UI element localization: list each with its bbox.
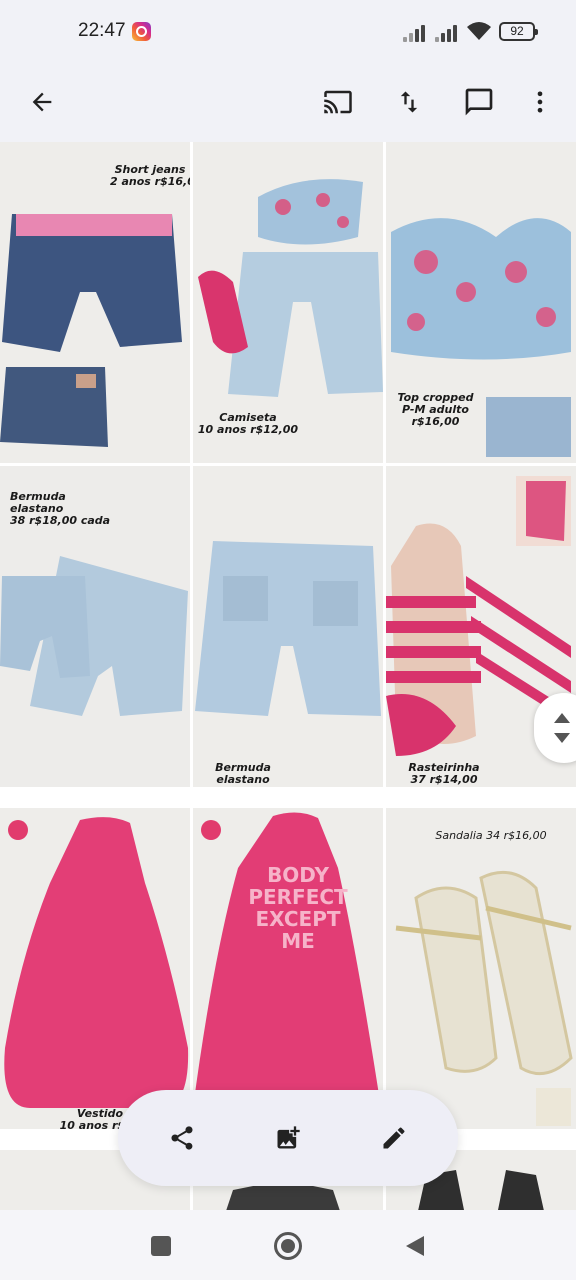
- photo-collage[interactable]: Short jeans 2 anos r$16,00 Camiseta 10 a…: [0, 142, 576, 1210]
- photo-top-cropped[interactable]: Top cropped P-M adulto r$16,00: [386, 142, 576, 463]
- photo-caption: Camiseta 10 anos r$12,00: [197, 411, 299, 436]
- bermuda-back-image: [193, 466, 383, 787]
- photo-caption: Sandalia 34 r$16,00: [435, 829, 547, 842]
- share-button[interactable]: [158, 1114, 206, 1162]
- photo-caption: Bermuda elastano 38 r$18,00 cada: [193, 761, 293, 788]
- status-bar: 22:47 92: [0, 0, 576, 64]
- cast-button[interactable]: [314, 78, 362, 126]
- photo-caption: Bermuda elastano 38 r$18,00 cada: [10, 490, 111, 527]
- system-back-button[interactable]: [395, 1226, 435, 1266]
- grid-divider: [383, 142, 386, 1210]
- arrow-back-icon: [32, 92, 52, 112]
- viewer-toolbar: [0, 64, 576, 142]
- short-jeans-image: [0, 142, 190, 463]
- photo-sandalia[interactable]: Sandalia 34 r$16,00: [386, 808, 576, 1129]
- photo-bermuda-pair[interactable]: Bermuda elastano 38 r$18,00 cada: [0, 466, 190, 787]
- more-options-button[interactable]: [516, 78, 564, 126]
- swap-vertical-icon: [400, 91, 418, 113]
- sandalia-image: [386, 808, 576, 1129]
- scroll-arrows-icon: [554, 713, 570, 743]
- grid-divider: [190, 142, 193, 1210]
- vestido-back-image: [193, 808, 383, 1129]
- signal-icon: [435, 24, 461, 42]
- circle-icon: [274, 1232, 302, 1260]
- status-time: 22:47: [78, 20, 126, 41]
- fast-scroll-handle[interactable]: [534, 693, 576, 763]
- photo-bermuda-back[interactable]: Bermuda elastano 38 r$18,00 cada: [193, 466, 383, 787]
- add-photo-button[interactable]: [264, 1114, 312, 1162]
- photo-caption: Top cropped P-M adulto r$16,00: [397, 391, 474, 428]
- photo-caption: Short jeans 2 anos r$16,00: [110, 163, 190, 188]
- vestido-image: [0, 808, 190, 1129]
- photo-vestido-back[interactable]: BODY PERFECT EXCEPT ME: [193, 808, 383, 1129]
- edit-button[interactable]: [370, 1114, 418, 1162]
- cast-icon: [324, 90, 352, 114]
- system-nav-bar: [0, 1210, 576, 1280]
- instagram-icon: [132, 22, 151, 41]
- photo-short-jeans[interactable]: Short jeans 2 anos r$16,00: [0, 142, 190, 463]
- photo-action-bar: [118, 1090, 458, 1186]
- add-photo-icon: [277, 1126, 300, 1149]
- triangle-back-icon: [406, 1236, 424, 1256]
- share-icon: [171, 1126, 193, 1150]
- recents-button[interactable]: [141, 1226, 181, 1266]
- more-vert-icon: [537, 91, 543, 113]
- battery-indicator: 92: [499, 22, 538, 41]
- signal-icon: [403, 24, 429, 42]
- edit-pencil-icon: [383, 1127, 405, 1149]
- square-icon: [151, 1236, 171, 1256]
- comment-button[interactable]: [455, 78, 503, 126]
- wifi-icon: [467, 22, 491, 40]
- sort-button[interactable]: [385, 78, 433, 126]
- photo-caption: Rasteirinha 37 r$14,00: [408, 761, 480, 786]
- back-button[interactable]: [18, 78, 66, 126]
- photo-camiseta[interactable]: Camiseta 10 anos r$12,00: [193, 142, 383, 463]
- comment-icon: [465, 88, 493, 116]
- home-button[interactable]: [268, 1226, 308, 1266]
- photo-vestido[interactable]: Vestido 10 anos r$16: [0, 808, 190, 1129]
- shirt-print-text: BODY PERFECT EXCEPT ME: [248, 863, 348, 953]
